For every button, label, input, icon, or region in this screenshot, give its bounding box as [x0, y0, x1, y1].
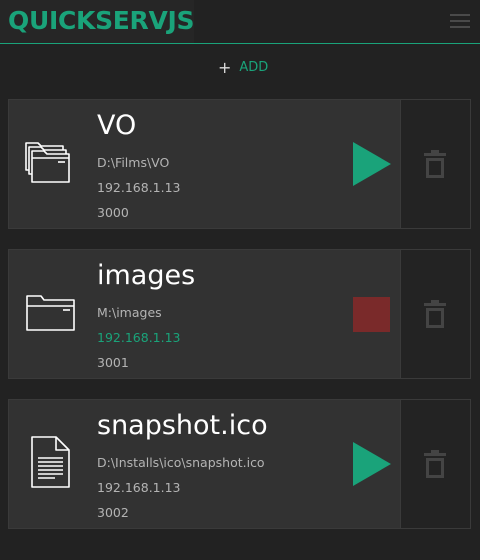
delete-button[interactable] — [400, 400, 470, 528]
file-icon — [31, 436, 70, 488]
app-window: QUICKSERVJS + ADD VO D:\Films\VO 192.168… — [0, 0, 480, 560]
server-port: 3002 — [97, 505, 129, 520]
trash-icon — [424, 300, 446, 328]
plus-icon: + — [218, 58, 232, 77]
app-title: QUICKSERVJS — [8, 6, 195, 35]
server-ip: 192.168.1.13 — [97, 180, 181, 195]
stop-icon[interactable] — [353, 297, 390, 332]
server-name: images — [97, 260, 196, 291]
server-port: 3000 — [97, 205, 129, 220]
server-card-images: images M:\images 192.168.1.13 3001 — [8, 249, 471, 379]
server-ip[interactable]: 192.168.1.13 — [97, 330, 181, 346]
server-path: D:\Installs\ico\snapshot.ico — [97, 455, 265, 470]
trash-icon — [424, 150, 446, 178]
multiple-folders-icon — [25, 142, 70, 183]
add-label: ADD — [239, 60, 269, 75]
server-ip: 192.168.1.13 — [97, 480, 181, 495]
server-port: 3001 — [97, 355, 129, 370]
server-name: VO — [97, 110, 137, 141]
play-icon[interactable] — [353, 142, 393, 186]
server-path: D:\Films\VO — [97, 155, 170, 170]
delete-button[interactable] — [400, 100, 470, 228]
server-name: snapshot.ico — [97, 410, 268, 441]
trash-icon — [424, 450, 446, 478]
delete-button[interactable] — [400, 250, 470, 378]
hamburger-menu-icon[interactable] — [450, 14, 470, 30]
server-card-vo: VO D:\Films\VO 192.168.1.13 3000 — [8, 99, 471, 229]
app-header: QUICKSERVJS — [0, 0, 480, 44]
play-icon[interactable] — [353, 442, 393, 486]
server-path: M:\images — [97, 305, 162, 320]
folder-icon — [26, 295, 75, 331]
server-card-snapshot: snapshot.ico D:\Installs\ico\snapshot.ic… — [8, 399, 471, 529]
add-server-button[interactable]: + ADD — [218, 58, 268, 78]
title-box: QUICKSERVJS — [0, 0, 195, 43]
